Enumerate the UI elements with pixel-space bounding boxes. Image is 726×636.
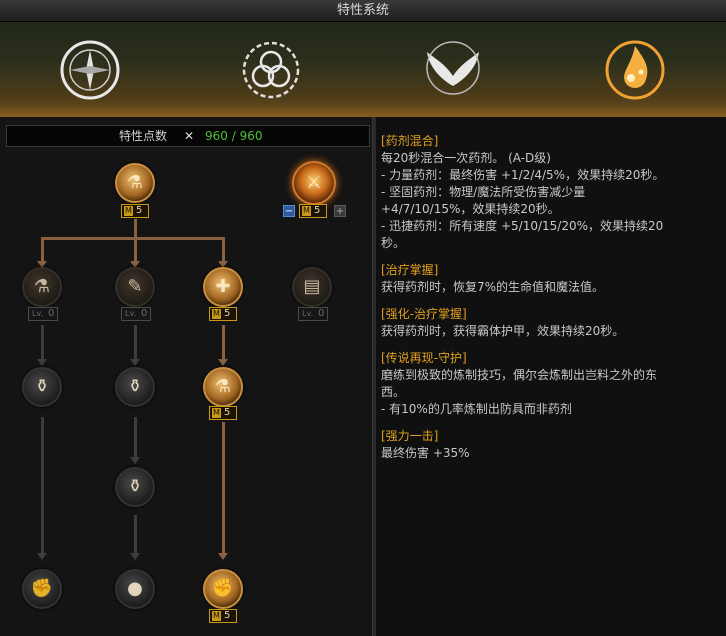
skill-details-panel: [药剂混合] 每20秒混合一次药剂。 (A-D级) - 力量药剂：最终伤害 +1…: [376, 117, 726, 636]
tree-connector: [134, 515, 137, 555]
window-title: 特性系统: [0, 0, 726, 22]
skill-node-row3-col2[interactable]: ⚱: [115, 367, 155, 407]
triquetra-emblem-icon[interactable]: [237, 36, 305, 104]
flask-icon: ⚱: [127, 476, 143, 497]
potion-tube-icon: ⚗: [33, 276, 51, 297]
detail-section: [强化-治疗掌握] 获得药剂时，获得霸体护甲，效果持续20秒。: [381, 306, 720, 340]
skill-level-badge: M 5: [209, 406, 237, 420]
tree-connector: [222, 237, 225, 261]
skill-node-row2-col2[interactable]: ✎: [115, 267, 155, 307]
detail-body: 获得药剂时，恢复7%的生命值和魔法值。: [381, 280, 605, 294]
tree-connector: [41, 325, 44, 361]
detail-title: [强化-治疗掌握]: [381, 307, 467, 321]
scroll-case-icon: ▤: [303, 276, 321, 297]
detail-body: 磨练到极致的炼制技巧，偶尔会炼制出岂料之外的东 西。 - 有10%的几率炼制出防…: [381, 368, 658, 416]
tree-connector: [222, 325, 225, 361]
detail-body: 获得药剂时，获得霸体护甲，效果持续20秒。: [381, 324, 625, 338]
scroll-icon: ✎: [127, 276, 143, 297]
tree-arrow: [218, 359, 228, 366]
skill-node-row2-col1[interactable]: ⚗: [22, 267, 62, 307]
detail-body: 最终伤害 +35%: [381, 446, 470, 460]
detail-title: [治疗掌握]: [381, 263, 439, 277]
gauntlet-icon: ✊: [30, 578, 54, 599]
skill-node-enhanced-healing[interactable]: ⚗: [203, 367, 243, 407]
flask-icon: ⚱: [127, 376, 143, 397]
skill-level-badge: M 5: [299, 204, 327, 218]
wings-emblem-icon[interactable]: [419, 36, 487, 104]
tree-arrow: [130, 359, 140, 366]
tree-arrow: [218, 553, 228, 560]
tree-arrow: [37, 359, 47, 366]
skill-node-row5-col2[interactable]: ●: [115, 569, 155, 609]
skill-node-row4-col2[interactable]: ⚱: [115, 467, 155, 507]
skill-level-badge: Lv. 0: [121, 307, 151, 321]
tree-connector: [41, 237, 225, 240]
skill-node-healing-mastery[interactable]: ✚: [203, 267, 243, 307]
skill-node-potion-mix[interactable]: ⚗: [115, 163, 155, 203]
tree-connector: [222, 422, 225, 555]
potion-tube-icon: ⚗: [214, 376, 232, 397]
compass-emblem-icon[interactable]: [56, 36, 124, 104]
tree-connector: [41, 417, 44, 555]
skill-level-badge: M 5: [121, 204, 149, 218]
detail-section: [药剂混合] 每20秒混合一次药剂。 (A-D级) - 力量药剂：最终伤害 +1…: [381, 133, 720, 252]
skill-tree: ⚗ M 5 ⚔ − M 5 + ⚗ Lv. 0 ✎ Lv. 0 ✚ M 5 ▤: [0, 117, 372, 636]
tree-connector: [41, 237, 44, 261]
skill-level-badge: M 5: [209, 307, 237, 321]
tree-arrow: [130, 457, 140, 464]
flaming-sword-icon: ⚔: [305, 172, 323, 193]
specialization-banner: [0, 22, 726, 117]
detail-section: [强力一击] 最终伤害 +35%: [381, 428, 720, 462]
skill-level-badge: Lv. 0: [28, 307, 58, 321]
orb-icon: ●: [127, 578, 143, 599]
sparkle-tube-icon: ✚: [215, 276, 231, 297]
potion-flame-emblem-icon[interactable]: [601, 36, 669, 104]
tree-connector: [134, 219, 137, 238]
skill-node-ultimate[interactable]: ⚔: [292, 161, 336, 205]
fist-icon: ✊: [211, 578, 235, 599]
skill-level-badge: Lv. 0: [298, 307, 328, 321]
detail-title: [药剂混合]: [381, 134, 439, 148]
detail-section: [治疗掌握] 获得药剂时，恢复7%的生命值和魔法值。: [381, 262, 720, 296]
detail-title: [传说再现-守护]: [381, 351, 467, 365]
skill-node-power-strike[interactable]: ✊: [203, 569, 243, 609]
skill-node-row5-col1[interactable]: ✊: [22, 569, 62, 609]
detail-section: [传说再现-守护] 磨练到极致的炼制技巧，偶尔会炼制出岂料之外的东 西。 - 有…: [381, 350, 720, 418]
tree-connector: [134, 417, 137, 459]
skill-node-row3-col1[interactable]: ⚱: [22, 367, 62, 407]
tree-connector: [134, 325, 137, 361]
decrease-level-button[interactable]: −: [283, 205, 295, 217]
skill-level-badge: M 5: [209, 609, 237, 623]
increase-level-button[interactable]: +: [334, 205, 346, 217]
tree-connector: [134, 237, 137, 261]
tree-arrow: [37, 553, 47, 560]
potion-tube-icon: ⚗: [126, 172, 144, 193]
flask-icon: ⚱: [34, 376, 50, 397]
skill-tree-panel: 特性点数 ✕ 960 / 960 ⚗ M 5 ⚔ − M 5 + ⚗ Lv. 0…: [0, 117, 372, 636]
detail-title: [强力一击]: [381, 429, 439, 443]
tree-arrow: [130, 553, 140, 560]
detail-body: 每20秒混合一次药剂。 (A-D级) - 力量药剂：最终伤害 +1/2/4/5%…: [381, 151, 665, 250]
skill-node-row2-col4[interactable]: ▤: [292, 267, 332, 307]
